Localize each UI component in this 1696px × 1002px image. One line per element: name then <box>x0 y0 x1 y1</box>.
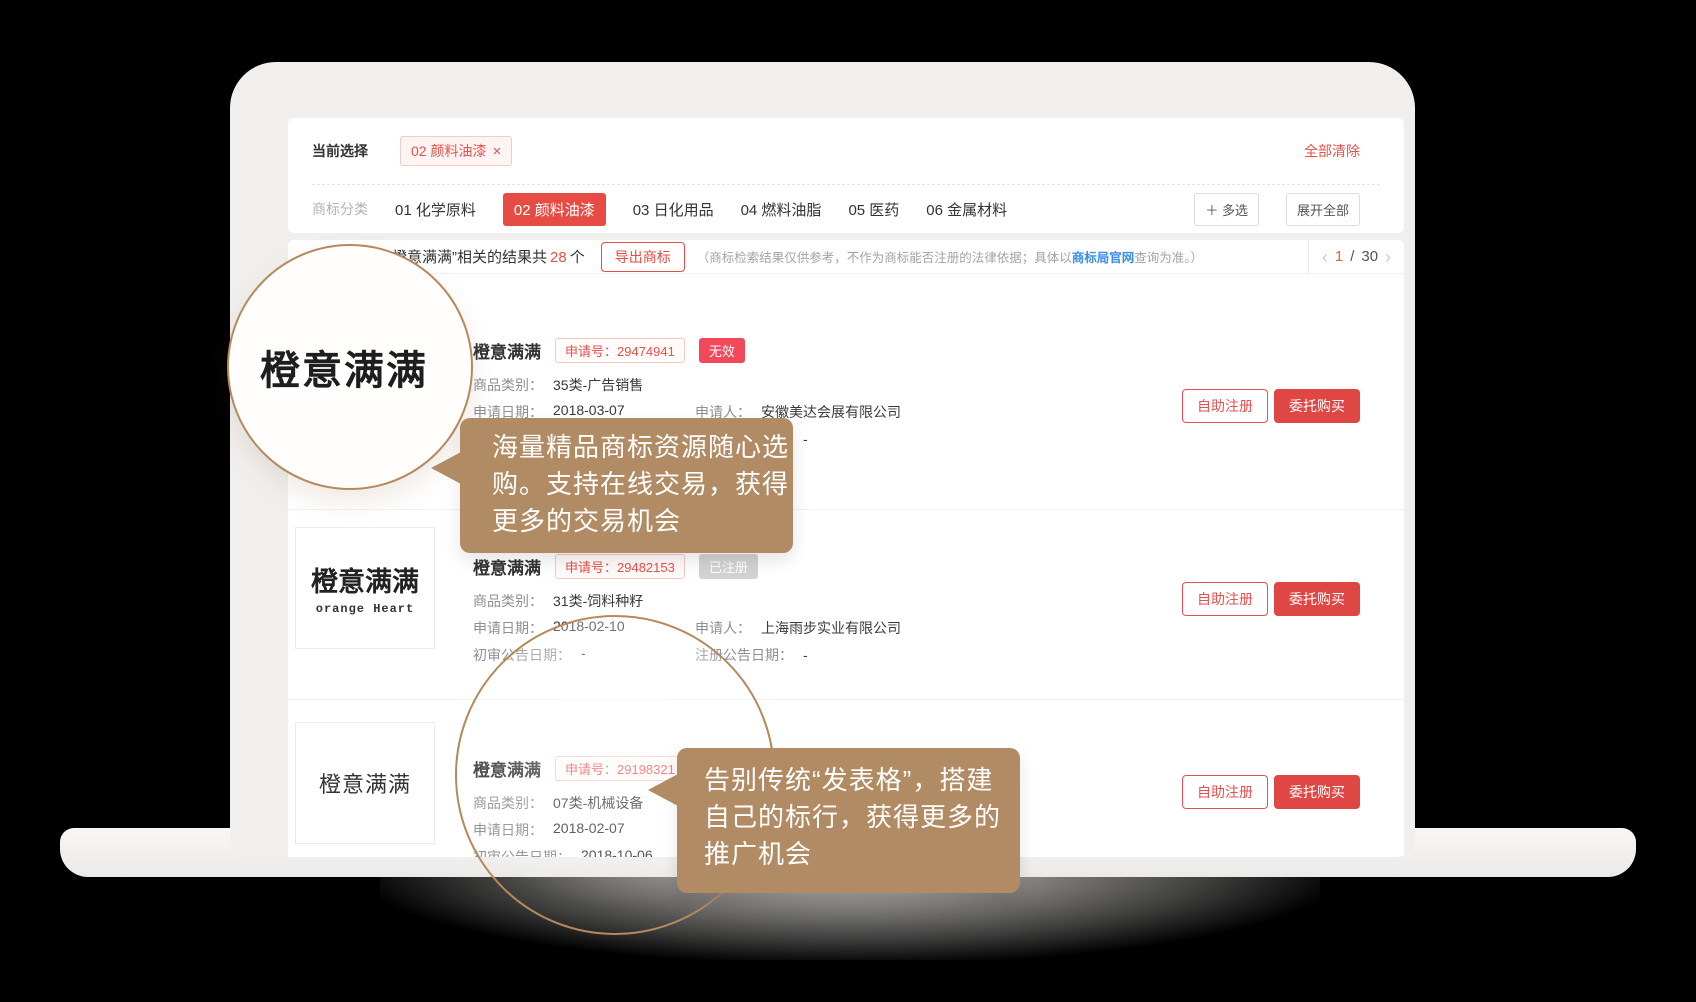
trademark-result-row-2: 橙意满满 orange Heart 橙意满满 申请号：29482153 已注册 … <box>288 510 1404 700</box>
self-register-button[interactable]: 自助注册 <box>1182 582 1268 616</box>
export-trademarks-button[interactable]: 导出商标 <box>601 242 685 272</box>
entrust-buy-button[interactable]: 委托购买 <box>1274 582 1360 616</box>
page-total: 30 <box>1361 248 1378 265</box>
tooltip-line: 告别传统“发表格”，搭建 <box>704 762 1020 799</box>
status-badge-invalid: 无效 <box>699 338 745 363</box>
application-number-value: 29482153 <box>617 560 675 575</box>
selected-filter-tag-label: 02 颜料油漆 <box>411 141 486 161</box>
tooltip-bubble-promotion: 告别传统“发表格”，搭建 自己的标行，获得更多的 推广机会 <box>677 748 1020 893</box>
entrust-buy-button[interactable]: 委托购买 <box>1274 389 1360 423</box>
applicant-value: 上海雨步实业有限公司 <box>761 620 901 636</box>
category-tab-01[interactable]: 01 化学原料 <box>395 199 476 220</box>
category-field-label: 商品类别： <box>473 593 543 609</box>
tooltip-line: 海量精品商标资源随心选 <box>492 429 793 466</box>
self-register-button[interactable]: 自助注册 <box>1182 775 1268 809</box>
current-selection-row: 当前选择 02 颜料油漆 × 全部清除 <box>288 118 1404 184</box>
pagination: ‹ 1 / 30 › <box>1308 240 1404 274</box>
expand-all-button[interactable]: 展开全部 <box>1286 193 1360 226</box>
registration-publication-value: - <box>803 431 808 447</box>
summary-suffix: 个 <box>570 249 585 266</box>
application-number-tag: 申请号：29474941 <box>555 338 685 363</box>
tooltip-bubble-marketplace: 海量精品商标资源随心选 购。支持在线交易，获得 更多的交易机会 <box>460 418 793 553</box>
page-current: 1 <box>1335 248 1343 265</box>
status-badge-registered: 已注册 <box>699 554 758 579</box>
trademark-image-2[interactable]: 橙意满满 orange Heart <box>295 527 435 649</box>
trademark-image-3[interactable]: 橙意满满 <box>295 722 435 844</box>
category-tab-06[interactable]: 06 金属材料 <box>926 199 1007 220</box>
magnified-trademark-text: 橙意满满 <box>260 338 428 396</box>
trademark-office-link[interactable]: 商标局官网 <box>1072 251 1135 265</box>
page-next-icon[interactable]: › <box>1385 248 1391 266</box>
trademark-image-text: 橙意满满 <box>311 560 419 599</box>
current-selection-label: 当前选择 <box>312 141 368 161</box>
selected-filter-tag[interactable]: 02 颜料油漆 × <box>400 136 512 166</box>
category-field-value: 31类-饲料种籽 <box>553 593 643 609</box>
trademark-image-subtext: orange Heart <box>316 602 414 616</box>
category-tab-04[interactable]: 04 燃料油脂 <box>741 199 822 220</box>
category-tab-02-selected[interactable]: 02 颜料油漆 <box>503 193 606 226</box>
marketing-canvas: 当前选择 02 颜料油漆 × 全部清除 商标分类 01 化学原料 02 颜料油漆… <box>0 0 1696 1002</box>
registration-publication-value: - <box>803 647 808 663</box>
row-actions-3: 自助注册 委托购买 <box>1182 775 1360 809</box>
tooltip-line: 自己的标行，获得更多的 <box>704 799 1020 836</box>
disclaimer-text-before: （商标检索结果仅供参考，不作为商标能否注册的法律依据；具体以 <box>697 251 1072 265</box>
remove-tag-icon[interactable]: × <box>492 144 501 159</box>
tooltip-line: 更多的交易机会 <box>492 503 793 540</box>
tooltip-line: 购。支持在线交易，获得 <box>492 466 793 503</box>
trademark-name[interactable]: 橙意满满 <box>473 338 541 363</box>
category-field-value: 35类-广告销售 <box>553 377 643 393</box>
page-prev-icon[interactable]: ‹ <box>1322 248 1328 266</box>
application-number-value: 29474941 <box>617 344 675 359</box>
page-separator: / <box>1350 248 1354 265</box>
apply-date-label: 申请日期： <box>473 618 543 633</box>
self-register-button[interactable]: 自助注册 <box>1182 389 1268 423</box>
multi-select-button[interactable]: ＋ 多选 <box>1194 193 1259 226</box>
results-count: 28 <box>550 249 567 266</box>
apply-date-value: 2018-03-07 <box>553 402 625 417</box>
category-row: 商标分类 01 化学原料 02 颜料油漆 03 日化用品 04 燃料油脂 05 … <box>288 185 1404 233</box>
tooltip-arrow-icon <box>431 452 461 484</box>
tooltip-arrow-icon <box>648 774 678 806</box>
category-label: 商标分类 <box>312 199 368 219</box>
row-actions-1: 自助注册 委托购买 <box>1182 389 1360 423</box>
category-tab-05[interactable]: 05 医药 <box>848 199 899 220</box>
application-number-label: 申请号： <box>565 560 617 575</box>
disclaimer-text-after: 查询为准。） <box>1134 251 1203 265</box>
trademark-name[interactable]: 橙意满满 <box>473 554 541 579</box>
application-number-tag: 申请号：29482153 <box>555 554 685 579</box>
row-actions-2: 自助注册 委托购买 <box>1182 582 1360 616</box>
results-disclaimer: （商标检索结果仅供参考，不作为商标能否注册的法律依据；具体以商标局官网查询为准。… <box>697 247 1203 266</box>
entrust-buy-button[interactable]: 委托购买 <box>1274 775 1360 809</box>
results-header: 为您检索到“橙意满满”相关的结果共28个 导出商标 （商标检索结果仅供参考，不作… <box>288 240 1404 274</box>
application-number-label: 申请号： <box>565 344 617 359</box>
clear-all-link[interactable]: 全部清除 <box>1304 141 1360 161</box>
apply-date-label: 申请日期： <box>473 402 543 417</box>
category-field-label: 商品类别： <box>473 377 543 393</box>
tooltip-line: 推广机会 <box>704 836 1020 873</box>
applicant-label: 申请人： <box>695 620 751 636</box>
filter-card: 当前选择 02 颜料油漆 × 全部清除 商标分类 01 化学原料 02 颜料油漆… <box>288 118 1404 233</box>
trademark-image-text: 橙意满满 <box>319 767 411 799</box>
category-tab-03[interactable]: 03 日化用品 <box>633 199 714 220</box>
